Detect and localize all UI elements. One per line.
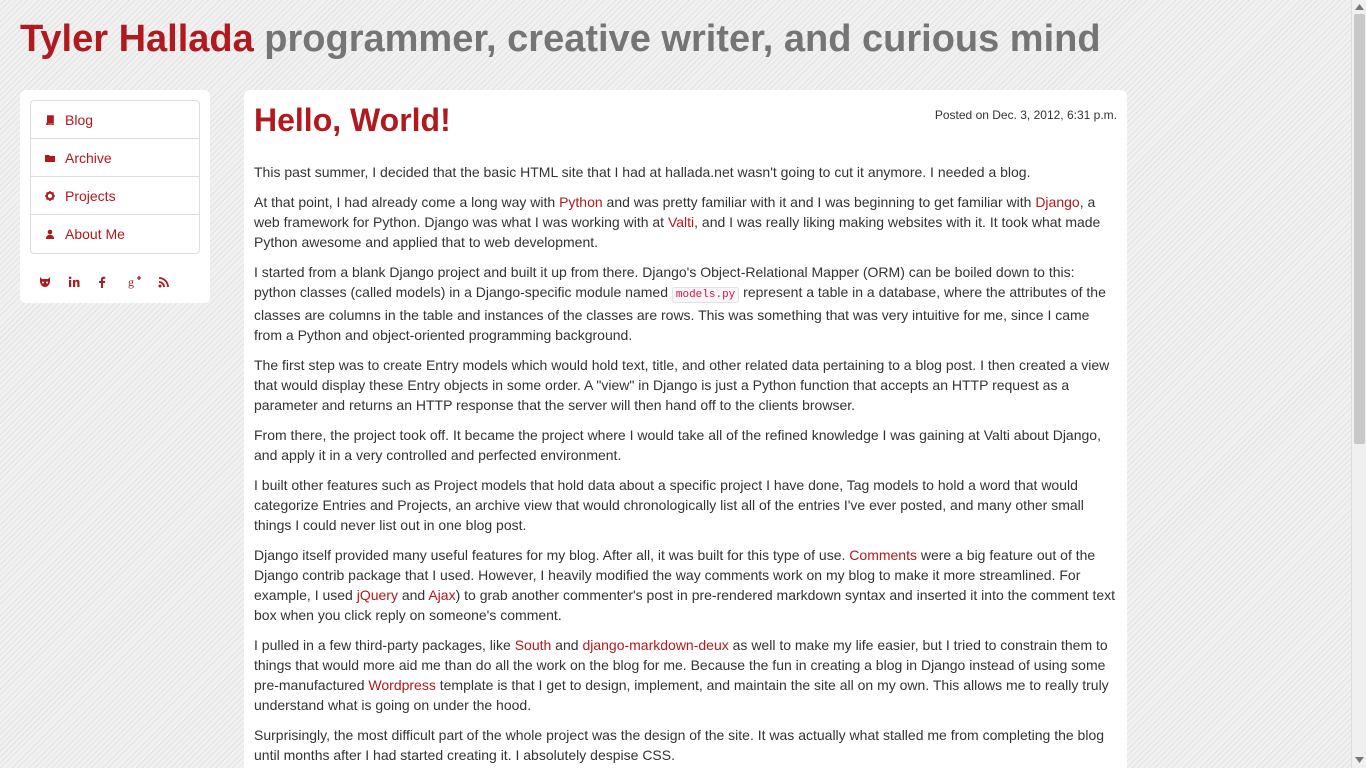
nav-label-about: About Me	[65, 226, 125, 242]
comments-link[interactable]: Comments	[849, 547, 917, 563]
inline-code: models.py	[671, 287, 740, 303]
linkedin-icon[interactable]	[68, 274, 98, 290]
social-links: g	[30, 274, 200, 290]
scroll-down-icon[interactable]	[1355, 757, 1364, 763]
folder-icon	[45, 154, 55, 162]
paragraph-9: Surprisingly, the most difficult part of…	[254, 727, 1105, 763]
google-plus-icon[interactable]: g	[128, 274, 158, 290]
scroll-thumb[interactable]	[1354, 14, 1365, 444]
nav-list: Blog Archive Projects About Me	[30, 100, 200, 254]
django-link[interactable]: Django	[1035, 194, 1079, 210]
svg-text:g: g	[128, 275, 134, 289]
paragraph-8: I pulled in a few third-party packages, …	[254, 635, 1117, 715]
gear-icon	[45, 190, 55, 201]
paragraph-4: The first step was to create Entry model…	[254, 357, 1110, 413]
south-link[interactable]: South	[515, 637, 552, 653]
text: and	[397, 587, 429, 603]
book-icon	[46, 114, 54, 125]
nav-label-projects: Projects	[65, 187, 116, 204]
post-body: This past summer, I decided that the bas…	[254, 162, 1117, 765]
site-tagline: programmer, creative writer, and curious…	[264, 18, 1101, 60]
scroll-up-icon[interactable]	[1355, 4, 1364, 10]
text: Django itself provided many useful featu…	[254, 547, 850, 563]
nav-item-archive[interactable]: Archive	[31, 139, 199, 177]
paragraph-1: This past summer, I decided that the bas…	[254, 164, 1031, 180]
valti-link[interactable]: Valti	[668, 214, 694, 230]
paragraph-7: Django itself provided many useful featu…	[254, 545, 1117, 625]
text: and was pretty familiar with it and I wa…	[602, 194, 1036, 210]
text: At that point, I had already come a long…	[254, 194, 560, 210]
nav-item-about[interactable]: About Me	[31, 215, 199, 253]
github-icon[interactable]	[38, 274, 68, 290]
python-link[interactable]: Python	[559, 194, 603, 210]
jquery-link[interactable]: jQuery	[357, 587, 398, 603]
nav-label-archive: Archive	[65, 149, 112, 166]
scrollbar[interactable]	[1351, 0, 1366, 768]
text: and	[551, 637, 583, 653]
rss-icon[interactable]	[158, 274, 188, 290]
paragraph-5: From there, the project took off. It bec…	[254, 427, 1101, 463]
paragraph-2: At that point, I had already come a long…	[254, 192, 1117, 252]
main-content: Hello, World! Posted on Dec. 3, 2012, 6:…	[244, 90, 1127, 768]
sidebar: Blog Archive Projects About Me g	[20, 90, 210, 303]
nav-item-projects[interactable]: Projects	[31, 177, 199, 215]
post-date: Posted on Dec. 3, 2012, 6:31 p.m.	[934, 108, 1117, 122]
text: I pulled in a few third-party packages, …	[254, 637, 515, 653]
nav-label-blog: Blog	[65, 111, 94, 128]
site-header: Tyler Hallada programmer, creative write…	[20, 17, 1101, 61]
facebook-icon[interactable]	[98, 274, 128, 290]
django-markdown-deux-link[interactable]: django-markdown-deux	[582, 637, 728, 653]
site-name[interactable]: Tyler Hallada	[20, 18, 254, 60]
paragraph-6: I built other features such as Project m…	[254, 477, 1084, 533]
ajax-link[interactable]: Ajax	[428, 587, 455, 603]
nav-item-blog[interactable]: Blog	[31, 101, 199, 139]
wordpress-link[interactable]: Wordpress	[368, 677, 435, 693]
paragraph-3: I started from a blank Django project an…	[254, 262, 1117, 345]
user-icon	[46, 229, 54, 239]
